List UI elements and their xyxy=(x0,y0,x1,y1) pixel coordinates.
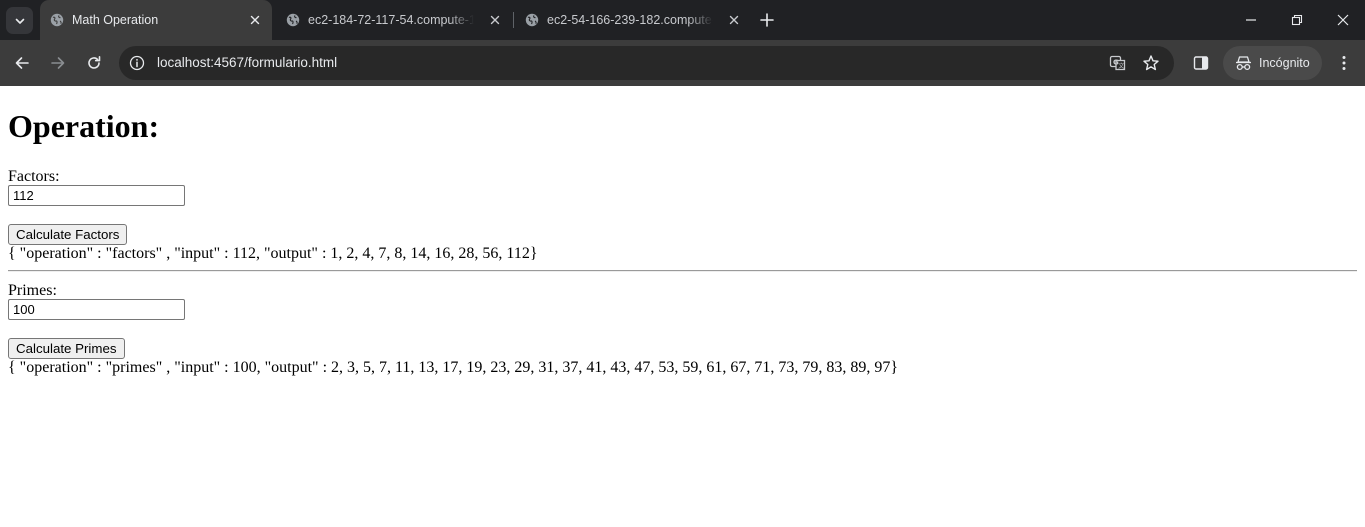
browser-toolbar: localhost:4567/formulario.html G 文 Incóg… xyxy=(0,40,1365,86)
primes-result: { "operation" : "primes" , "input" : 100… xyxy=(8,359,899,376)
tab-strip: Math Operation ec2-184-72-117-54.compute… xyxy=(0,0,1365,40)
reload-icon[interactable] xyxy=(85,54,103,72)
close-window-icon[interactable] xyxy=(1335,12,1351,28)
translate-icon[interactable]: G 文 xyxy=(1109,54,1127,72)
globe-icon xyxy=(50,13,64,27)
calculate-factors-button[interactable]: Calculate Factors xyxy=(8,224,128,245)
tab-separator xyxy=(513,12,514,28)
calculate-primes-button[interactable]: Calculate Primes xyxy=(8,338,125,359)
incognito-badge[interactable]: Incógnito xyxy=(1223,46,1322,80)
forward-arrow-icon[interactable] xyxy=(49,54,67,72)
page-title: Operation: xyxy=(8,108,160,144)
tab-search-button[interactable] xyxy=(6,7,33,34)
incognito-icon xyxy=(1236,56,1251,71)
factors-result: { "operation" : "factors" , "input" : 11… xyxy=(8,245,538,262)
tab-ec2-184[interactable]: ec2-184-72-117-54.compute-1.amazonaws.co… xyxy=(276,0,512,40)
globe-icon xyxy=(286,13,300,27)
close-icon[interactable] xyxy=(727,13,741,27)
tab-title: Math Operation xyxy=(72,13,159,27)
primes-input[interactable] xyxy=(8,299,185,320)
close-icon[interactable] xyxy=(488,13,502,27)
tab-math-operation[interactable]: Math Operation xyxy=(40,0,272,40)
side-panel-icon[interactable] xyxy=(1192,54,1210,72)
bookmark-star-icon[interactable] xyxy=(1142,54,1160,72)
more-menu-icon[interactable] xyxy=(1335,54,1353,72)
svg-text:文: 文 xyxy=(1118,62,1124,70)
tab-title: ec2-54-166-239-182.compute-1.amazonaws.c… xyxy=(547,13,713,27)
factors-input[interactable] xyxy=(8,185,185,206)
primes-label: Primes: xyxy=(8,282,57,299)
restore-icon[interactable] xyxy=(1289,12,1305,28)
site-info-icon[interactable] xyxy=(129,55,145,71)
factors-label: Factors: xyxy=(8,168,60,185)
divider xyxy=(8,270,1357,272)
url-text[interactable]: localhost:4567/formulario.html xyxy=(157,55,337,71)
new-tab-icon[interactable] xyxy=(759,12,775,28)
tab-ec2-54[interactable]: ec2-54-166-239-182.compute-1.amazonaws.c… xyxy=(515,0,751,40)
chevron-down-icon xyxy=(15,18,24,24)
page-content: Operation: Factors: Calculate Factors { … xyxy=(0,87,1365,527)
incognito-label: Incógnito xyxy=(1259,56,1310,70)
back-arrow-icon[interactable] xyxy=(13,54,31,72)
tab-title: ec2-184-72-117-54.compute-1.amazonaws.co… xyxy=(308,13,474,27)
globe-icon xyxy=(525,13,539,27)
minimize-icon[interactable] xyxy=(1243,12,1259,28)
address-bar[interactable]: localhost:4567/formulario.html G 文 xyxy=(119,46,1174,80)
close-icon[interactable] xyxy=(248,13,262,27)
